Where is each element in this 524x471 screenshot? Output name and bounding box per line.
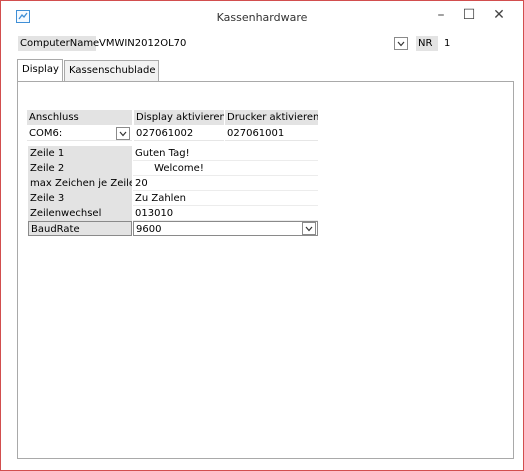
col-header-drucker-aktivieren: Drucker aktivieren [225, 110, 318, 125]
display-panel: Anschluss Display aktivieren Drucker akt… [17, 81, 514, 459]
close-button[interactable]: ✕ [487, 4, 511, 26]
baudrate-dropdown-button[interactable] [302, 222, 316, 235]
computer-name-field[interactable]: VMWIN2012OL70 [99, 36, 299, 51]
chevron-down-icon [305, 226, 313, 232]
col-header-display-aktivieren: Display aktivieren [134, 110, 224, 125]
max-zeichen-label: max Zeichen je Zeile [28, 176, 132, 191]
chevron-down-icon [397, 41, 405, 47]
nr-label: NR [416, 36, 438, 51]
baudrate-value: 9600 [136, 224, 162, 235]
display-aktivieren-field[interactable]: 027061002 [134, 126, 224, 141]
baudrate-select[interactable]: 9600 [133, 221, 318, 236]
zeile2-field[interactable]: Welcome! [133, 161, 318, 176]
zeile2-label: Zeile 2 [28, 161, 132, 176]
computer-name-dropdown-button[interactable] [394, 37, 408, 50]
anschluss-dropdown-button[interactable] [116, 127, 130, 140]
computer-name-label: ComputerName [18, 36, 100, 51]
computer-row: ComputerName VMWIN2012OL70 NR 1 [18, 36, 508, 52]
zeile3-label: Zeile 3 [28, 191, 132, 206]
chevron-down-icon [119, 131, 127, 137]
maximize-button[interactable]: ☐ [457, 4, 481, 26]
tab-kassenschublade[interactable]: Kassenschublade [64, 60, 159, 81]
anschluss-value: COM6: [29, 128, 63, 139]
zeilenwechsel-field[interactable]: 013010 [133, 206, 318, 221]
tab-display[interactable]: Display [17, 59, 63, 81]
zeilenwechsel-label: Zeilenwechsel [28, 206, 132, 221]
title-bar[interactable]: Kassenhardware – ☐ ✕ [1, 1, 523, 31]
max-zeichen-field[interactable]: 20 [133, 176, 318, 191]
zeile3-field[interactable]: Zu Zahlen [133, 191, 318, 206]
drucker-aktivieren-field[interactable]: 027061001 [225, 126, 318, 141]
baudrate-label: BaudRate [28, 221, 132, 236]
zeile1-field[interactable]: Guten Tag! [133, 146, 318, 161]
app-window: Kassenhardware – ☐ ✕ ComputerName VMWIN2… [0, 0, 524, 471]
minimize-button[interactable]: – [429, 4, 453, 26]
col-header-anschluss: Anschluss [27, 110, 132, 125]
nr-field[interactable]: 1 [444, 36, 474, 51]
zeile1-label: Zeile 1 [28, 146, 132, 161]
